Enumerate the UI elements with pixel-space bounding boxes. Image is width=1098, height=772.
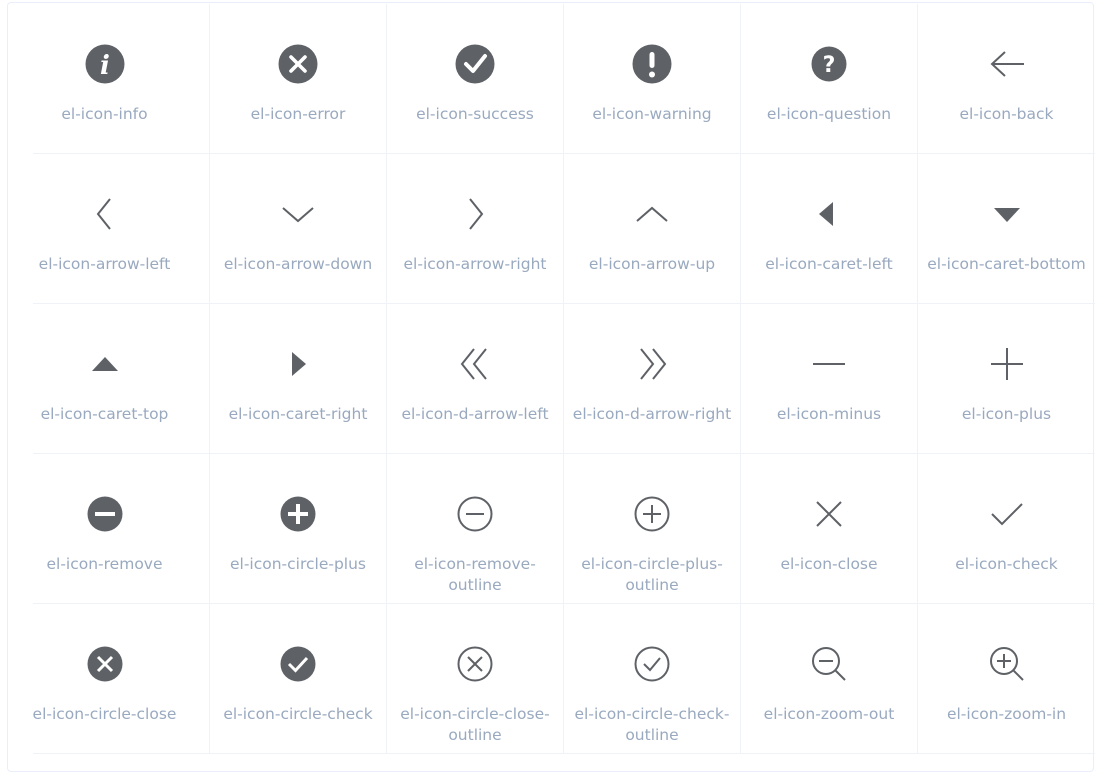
circle-check-icon: [276, 642, 320, 686]
icon-label: el-icon-circle-check-outline: [574, 705, 730, 744]
icon-cell-zoom-in[interactable]: el-icon-zoom-in: [918, 604, 1095, 754]
icon-label: el-icon-caret-left: [765, 255, 893, 273]
icon-label: el-icon-arrow-up: [588, 255, 716, 273]
icon-cell-arrow-left[interactable]: el-icon-arrow-left: [0, 154, 210, 304]
icon-cell-question[interactable]: ? el-icon-question: [741, 4, 918, 154]
icon-label: el-icon-arrow-down: [223, 255, 373, 273]
icon-label: el-icon-d-arrow-left: [401, 405, 549, 423]
icon-label: el-icon-plus: [961, 405, 1052, 423]
icon-label: el-icon-back: [959, 105, 1054, 123]
arrow-right-icon: [453, 192, 497, 236]
icon-cell-minus[interactable]: el-icon-minus: [741, 304, 918, 454]
icon-label: el-icon-arrow-left: [38, 255, 171, 273]
arrow-up-icon: [630, 192, 674, 236]
caret-bottom-icon: [985, 192, 1029, 236]
remove-outline-icon: [453, 492, 497, 536]
info-icon: i: [83, 42, 127, 86]
icon-cell-d-arrow-left[interactable]: el-icon-d-arrow-left: [387, 304, 564, 454]
icon-cell-plus[interactable]: el-icon-plus: [918, 304, 1095, 454]
icon-cell-caret-top[interactable]: el-icon-caret-top: [0, 304, 210, 454]
icon-label: el-icon-circle-check: [223, 705, 373, 723]
caret-right-icon: [276, 342, 320, 386]
circle-check-outline-icon: [630, 642, 674, 686]
icon-cell-arrow-up[interactable]: el-icon-arrow-up: [564, 154, 741, 304]
zoom-in-icon: [985, 642, 1029, 686]
zoom-out-icon: [807, 642, 851, 686]
icon-label: el-icon-caret-bottom: [927, 255, 1086, 273]
icon-label: el-icon-circle-plus-outline: [581, 555, 723, 594]
icon-cell-success[interactable]: el-icon-success: [387, 4, 564, 154]
caret-left-icon: [807, 192, 851, 236]
arrow-down-icon: [276, 192, 320, 236]
remove-icon: [83, 492, 127, 536]
error-icon: [276, 42, 320, 86]
icon-cell-circle-close[interactable]: el-icon-circle-close: [0, 604, 210, 754]
icon-label: el-icon-close: [780, 555, 878, 573]
icon-label: el-icon-circle-close: [32, 705, 177, 723]
circle-close-outline-icon: [453, 642, 497, 686]
minus-icon: [807, 342, 851, 386]
icon-label: el-icon-remove: [46, 555, 163, 573]
icon-cell-back[interactable]: el-icon-back: [918, 4, 1095, 154]
check-icon: [985, 492, 1029, 536]
caret-top-icon: [83, 342, 127, 386]
icon-label: el-icon-info: [61, 105, 148, 123]
svg-text:i: i: [100, 51, 110, 81]
icon-label: el-icon-check: [955, 555, 1058, 573]
icon-cell-close[interactable]: el-icon-close: [741, 454, 918, 604]
svg-text:?: ?: [823, 53, 836, 78]
warning-icon: [630, 42, 674, 86]
icon-label: el-icon-question: [766, 105, 892, 123]
icon-cell-d-arrow-right[interactable]: el-icon-d-arrow-right: [564, 304, 741, 454]
arrow-left-icon: [83, 192, 127, 236]
back-icon: [985, 42, 1029, 86]
icon-label: el-icon-zoom-in: [946, 705, 1067, 723]
icon-label: el-icon-zoom-out: [763, 705, 895, 723]
icon-cell-arrow-right[interactable]: el-icon-arrow-right: [387, 154, 564, 304]
d-arrow-left-icon: [453, 342, 497, 386]
icon-label: el-icon-circle-close-outline: [400, 705, 550, 744]
icon-cell-error[interactable]: el-icon-error: [210, 4, 387, 154]
icon-label: el-icon-caret-right: [228, 405, 368, 423]
icon-cell-circle-check[interactable]: el-icon-circle-check: [210, 604, 387, 754]
icon-cell-circle-plus-outline[interactable]: el-icon-circle-plus-outline: [564, 454, 741, 604]
circle-plus-icon: [276, 492, 320, 536]
icon-label: el-icon-warning: [592, 105, 712, 123]
icon-cell-warning[interactable]: el-icon-warning: [564, 4, 741, 154]
icon-label: el-icon-arrow-right: [403, 255, 547, 273]
icon-cell-arrow-down[interactable]: el-icon-arrow-down: [210, 154, 387, 304]
d-arrow-right-icon: [630, 342, 674, 386]
icon-label: el-icon-success: [416, 105, 534, 123]
close-icon: [807, 492, 851, 536]
icon-cell-caret-left[interactable]: el-icon-caret-left: [741, 154, 918, 304]
icon-label: el-icon-circle-plus: [229, 555, 367, 573]
icon-cell-circle-close-outline[interactable]: el-icon-circle-close-outline: [387, 604, 564, 754]
icon-cell-remove[interactable]: el-icon-remove: [0, 454, 210, 604]
circle-close-icon: [83, 642, 127, 686]
icon-cell-caret-right[interactable]: el-icon-caret-right: [210, 304, 387, 454]
success-icon: [453, 42, 497, 86]
icon-cell-remove-outline[interactable]: el-icon-remove-outline: [387, 454, 564, 604]
icon-label: el-icon-error: [250, 105, 346, 123]
icon-cell-circle-plus[interactable]: el-icon-circle-plus: [210, 454, 387, 604]
icon-cell-info[interactable]: i el-icon-info: [0, 4, 210, 154]
icon-cell-circle-check-outline[interactable]: el-icon-circle-check-outline: [564, 604, 741, 754]
icon-label: el-icon-d-arrow-right: [572, 405, 732, 423]
plus-icon: [985, 342, 1029, 386]
icon-label: el-icon-minus: [776, 405, 882, 423]
icon-cell-zoom-out[interactable]: el-icon-zoom-out: [741, 604, 918, 754]
icon-label: el-icon-remove-outline: [414, 555, 536, 594]
icon-cell-caret-bottom[interactable]: el-icon-caret-bottom: [918, 154, 1095, 304]
circle-plus-outline-icon: [630, 492, 674, 536]
question-icon: ?: [807, 42, 851, 86]
icon-label: el-icon-caret-top: [40, 405, 169, 423]
icon-cell-check[interactable]: el-icon-check: [918, 454, 1095, 604]
